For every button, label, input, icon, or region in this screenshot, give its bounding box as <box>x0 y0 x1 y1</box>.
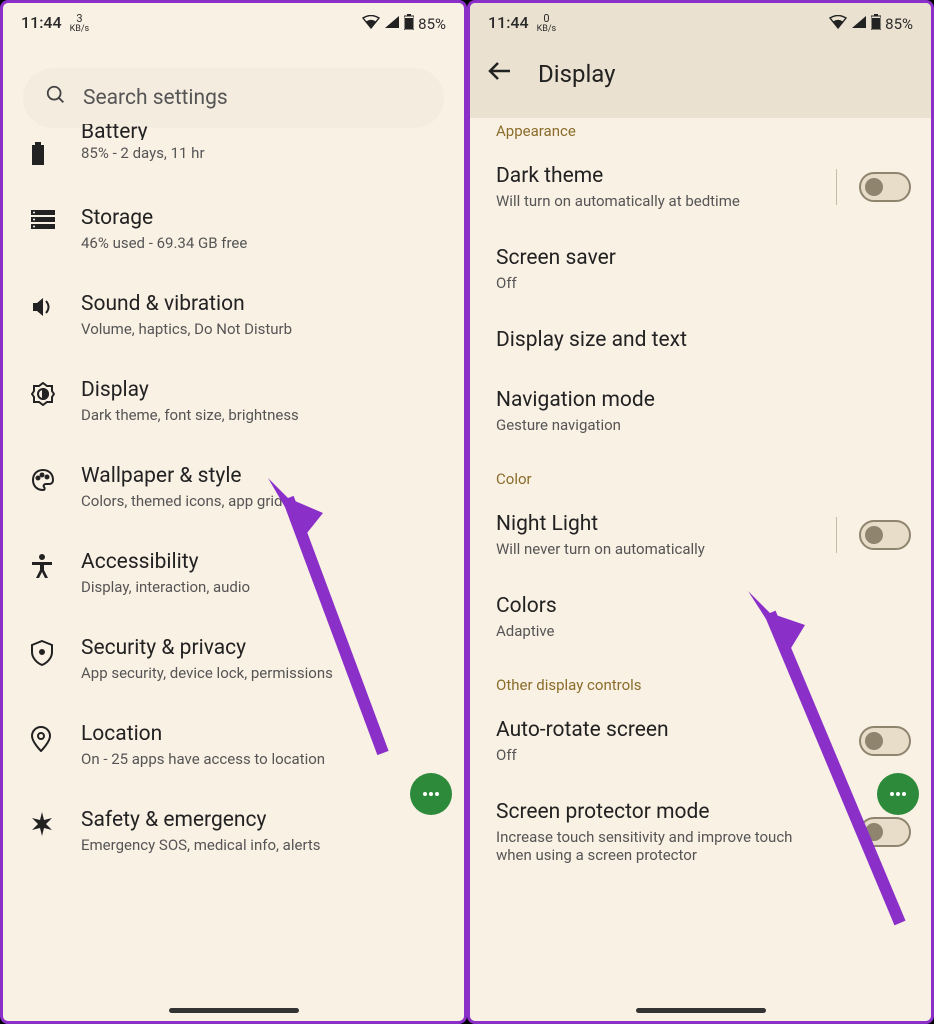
auto-rotate-toggle[interactable] <box>859 726 911 756</box>
row-sub: Will never turn on automatically <box>496 540 826 558</box>
status-speed: 3KB/s <box>70 13 90 34</box>
search-placeholder: Search settings <box>83 86 228 110</box>
row-title: Accessibility <box>81 550 444 574</box>
row-sub: 46% used - 69.34 GB free <box>81 234 444 252</box>
row-title: Security & privacy <box>81 636 444 660</box>
row-title: Storage <box>81 206 444 230</box>
security-row[interactable]: Security & privacy App security, device … <box>3 616 464 702</box>
auto-rotate-row[interactable]: Auto-rotate screen Off <box>470 700 931 782</box>
screen-protector-row[interactable]: Screen protector mode Increase touch sen… <box>470 782 931 882</box>
row-sub: Emergency SOS, medical info, alerts <box>81 836 444 854</box>
row-sub: Off <box>496 746 849 764</box>
row-sub: 85% - 2 days, 11 hr <box>81 144 444 162</box>
status-bar: 11:44 0KB/s 85% <box>470 3 931 38</box>
display-settings-screen: 11:44 0KB/s 85% Display Appearance Dark … <box>467 0 934 1024</box>
gesture-bar[interactable] <box>636 1008 766 1013</box>
screen-saver-row[interactable]: Screen saver Off <box>470 228 931 310</box>
section-appearance: Appearance <box>470 118 931 146</box>
location-row[interactable]: Location On - 25 apps have access to loc… <box>3 702 464 788</box>
brightness-icon <box>31 382 55 406</box>
back-icon[interactable] <box>488 61 512 87</box>
row-sub: On - 25 apps have access to location <box>81 750 444 768</box>
row-sub: Colors, themed icons, app grid <box>81 492 444 510</box>
row-sub: Off <box>496 274 911 292</box>
row-sub: Display, interaction, audio <box>81 578 444 596</box>
row-sub: Gesture navigation <box>496 416 911 434</box>
fab-button[interactable] <box>877 773 919 815</box>
wifi-icon <box>829 15 847 33</box>
row-title: Sound & vibration <box>81 292 444 316</box>
status-bar: 11:44 3KB/s 85% <box>3 3 464 38</box>
wallpaper-row[interactable]: Wallpaper & style Colors, themed icons, … <box>3 444 464 530</box>
storage-icon <box>31 210 55 234</box>
header: Display <box>470 38 931 118</box>
sound-icon <box>31 296 55 320</box>
row-sub: Will turn on automatically at bedtime <box>496 192 826 210</box>
row-title: Display size and text <box>496 328 911 352</box>
settings-list: Battery 85% - 2 days, 11 hr Storage 46% … <box>3 138 464 934</box>
row-title: Screen protector mode <box>496 800 849 824</box>
status-battery: 85% <box>418 15 446 33</box>
row-title: Screen saver <box>496 246 911 270</box>
signal-icon <box>851 15 867 33</box>
status-time: 11:44 <box>21 13 62 32</box>
search-icon <box>45 84 67 112</box>
row-title: Location <box>81 722 444 746</box>
settings-main-screen: 11:44 3KB/s 85% Search settings Battery <box>0 0 467 1024</box>
section-color: Color <box>470 466 931 494</box>
section-other: Other display controls <box>470 672 931 700</box>
divider <box>836 517 837 553</box>
screen-protector-toggle[interactable] <box>859 817 911 847</box>
row-title: Battery <box>81 124 444 140</box>
sound-row[interactable]: Sound & vibration Volume, haptics, Do No… <box>3 272 464 358</box>
status-time: 11:44 <box>488 13 529 32</box>
row-sub: Adaptive <box>496 622 911 640</box>
dark-theme-row[interactable]: Dark theme Will turn on automatically at… <box>470 146 931 228</box>
storage-row[interactable]: Storage 46% used - 69.34 GB free <box>3 186 464 272</box>
palette-icon <box>31 468 55 492</box>
row-sub: Increase touch sensitivity and improve t… <box>496 828 816 864</box>
status-speed: 0KB/s <box>537 13 557 34</box>
gesture-bar[interactable] <box>169 1008 299 1013</box>
row-sub: Dark theme, font size, brightness <box>81 406 444 424</box>
display-size-row[interactable]: Display size and text <box>470 310 931 370</box>
safety-row[interactable]: Safety & emergency Emergency SOS, medica… <box>3 788 464 874</box>
page-title: Display <box>538 60 616 88</box>
search-settings[interactable]: Search settings <box>23 68 444 128</box>
night-light-row[interactable]: Night Light Will never turn on automatic… <box>470 494 931 576</box>
divider <box>836 169 837 205</box>
battery-row[interactable]: Battery 85% - 2 days, 11 hr <box>3 138 464 186</box>
row-sub: App security, device lock, permissions <box>81 664 444 682</box>
display-row[interactable]: Display Dark theme, font size, brightnes… <box>3 358 464 444</box>
row-sub: Volume, haptics, Do Not Disturb <box>81 320 444 338</box>
row-title: Colors <box>496 594 911 618</box>
status-battery: 85% <box>885 15 913 33</box>
navigation-mode-row[interactable]: Navigation mode Gesture navigation <box>470 370 931 452</box>
row-title: Night Light <box>496 512 826 536</box>
row-title: Display <box>81 378 444 402</box>
row-title: Navigation mode <box>496 388 911 412</box>
dark-theme-toggle[interactable] <box>859 172 911 202</box>
battery-icon <box>404 14 414 34</box>
fab-button[interactable] <box>410 773 452 815</box>
emergency-icon <box>31 812 55 836</box>
shield-icon <box>31 640 55 664</box>
wifi-icon <box>362 15 380 33</box>
accessibility-row[interactable]: Accessibility Display, interaction, audi… <box>3 530 464 616</box>
row-title: Safety & emergency <box>81 808 444 832</box>
row-title: Auto-rotate screen <box>496 718 849 742</box>
signal-icon <box>384 15 400 33</box>
accessibility-icon <box>31 554 55 578</box>
battery-icon <box>31 142 55 166</box>
location-icon <box>31 726 55 750</box>
row-title: Dark theme <box>496 164 826 188</box>
row-title: Wallpaper & style <box>81 464 444 488</box>
battery-icon <box>871 14 881 34</box>
colors-row[interactable]: Colors Adaptive <box>470 576 931 658</box>
night-light-toggle[interactable] <box>859 520 911 550</box>
